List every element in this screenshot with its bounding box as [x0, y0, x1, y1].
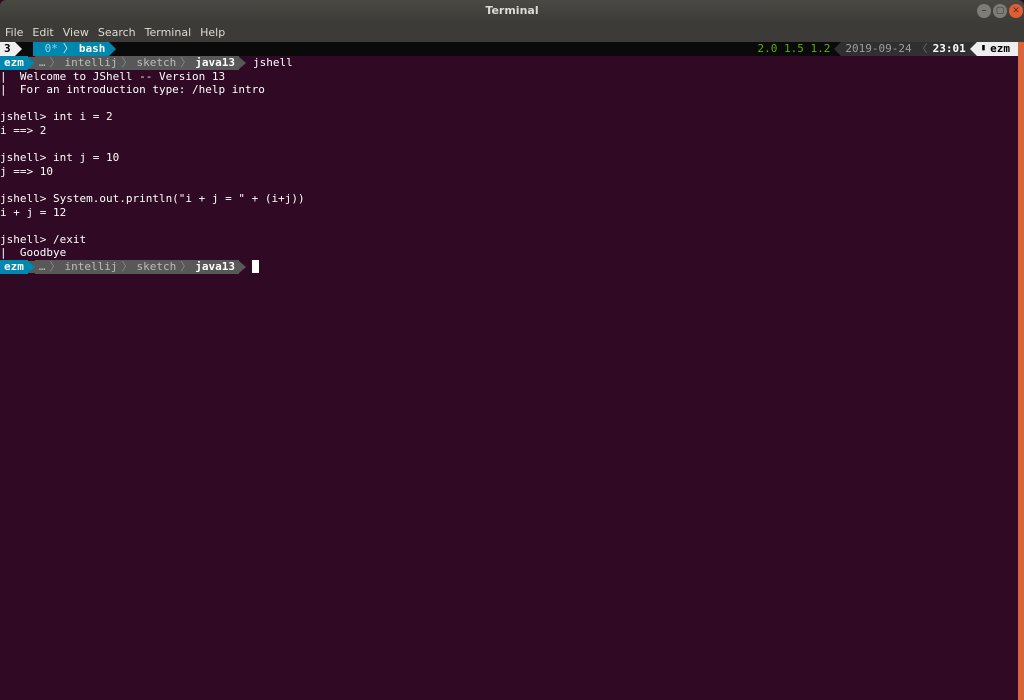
terminal-output: ezm… 〉 intellij 〉 sketch 〉 java13 jshell | Welco… [0, 56, 1018, 274]
window-title: Terminal [485, 4, 539, 17]
output-line: i ==> 2 [0, 123, 47, 137]
output-line: | Welcome to JShell -- Version 13 [0, 69, 226, 83]
status-user: ▮ ezm [976, 42, 1018, 56]
segment-arrow [27, 56, 35, 69]
menu-search[interactable]: Search [98, 26, 136, 39]
output-line: j ==> 10 [0, 164, 53, 178]
status-time: 23:01 [928, 42, 970, 56]
path-separator: 〉 [121, 259, 133, 274]
output-line: jshell> int i = 2 [0, 110, 113, 124]
prompt-command: jshell [252, 56, 293, 69]
segment-arrow [14, 42, 22, 56]
prompt-user: ezm [0, 56, 28, 70]
prompt-path-segment: intellij [60, 259, 122, 274]
output-line: | For an introduction type: /help intro [0, 83, 265, 97]
close-button[interactable]: ✕ [1009, 4, 1023, 18]
output-line: jshell> System.out.println("i + j = " + … [0, 191, 305, 205]
prompt-path-segment: sketch [132, 56, 181, 70]
minimize-button[interactable]: – [977, 4, 991, 18]
menu-help[interactable]: Help [200, 26, 225, 39]
title-bar: Terminal – ▢ ✕ [0, 0, 1024, 23]
path-separator: 〉 [49, 259, 61, 274]
segment-arrow [238, 56, 246, 69]
scrollbar[interactable] [1018, 42, 1024, 700]
segment-arrow [238, 260, 246, 273]
menu-bar: File Edit View Search Terminal Help [0, 23, 1024, 42]
path-separator: 〉 [180, 259, 192, 274]
text-cursor [251, 260, 259, 274]
shell-prompt-line: ezm… 〉 intellij 〉 sketch 〉 java13 jshell [0, 56, 1018, 70]
tmux-window-index[interactable]: 0* [32, 42, 62, 56]
menu-terminal[interactable]: Terminal [145, 26, 192, 39]
output-line: | Goodbye [0, 246, 67, 260]
load-average: 2.0 1.5 1.2 [757, 42, 831, 56]
tmux-status-bar: 3 0* 〉 bash 2.0 1.5 1.2 2019-09-24 〈 23:… [0, 42, 1018, 56]
prompt-path-segment: intellij [60, 56, 122, 70]
path-separator: 〉 [49, 56, 61, 70]
status-date: 2019-09-24 [841, 42, 916, 56]
segment-arrow [25, 42, 33, 56]
menu-view[interactable]: View [63, 26, 89, 39]
tmux-right-status: 2.0 1.5 1.2 2019-09-24 〈 23:01 ▮ ezm [753, 42, 1018, 56]
segment-arrow [27, 260, 35, 273]
path-separator: 〉 [180, 56, 192, 70]
prompt-path-segment: … [34, 56, 50, 70]
segment-arrow [109, 42, 117, 56]
segment-arrow [969, 42, 977, 56]
terminal-window: Terminal – ▢ ✕ File Edit View Search Ter… [0, 0, 1024, 700]
prompt-path-segment: java13 [191, 259, 239, 274]
segment-arrow [834, 42, 842, 56]
prompt-path-segment: … [34, 259, 50, 274]
menu-file[interactable]: File [5, 26, 23, 39]
status-username: ezm [990, 42, 1010, 56]
tmux-window-name[interactable]: bash [74, 42, 110, 56]
output-line: jshell> int j = 10 [0, 151, 120, 165]
output-line: i + j = 12 [0, 205, 67, 219]
prompt-path-segment: java13 [191, 56, 239, 70]
maximize-button[interactable]: ▢ [993, 4, 1007, 18]
date-time-separator: 〈 [915, 42, 929, 56]
tmux-session: 3 [0, 42, 15, 56]
window-separator: 〉 [61, 42, 75, 56]
terminal-content[interactable]: 3 0* 〉 bash 2.0 1.5 1.2 2019-09-24 〈 23:… [0, 42, 1018, 700]
prompt-path-segment: sketch [132, 259, 181, 274]
menu-edit[interactable]: Edit [32, 26, 53, 39]
prompt-user: ezm [0, 259, 28, 274]
shell-prompt-line: ezm… 〉 intellij 〉 sketch 〉 java13 [0, 259, 1018, 274]
lock-icon: ▮ [980, 43, 987, 54]
output-line: jshell> /exit [0, 232, 87, 246]
path-separator: 〉 [121, 56, 133, 70]
